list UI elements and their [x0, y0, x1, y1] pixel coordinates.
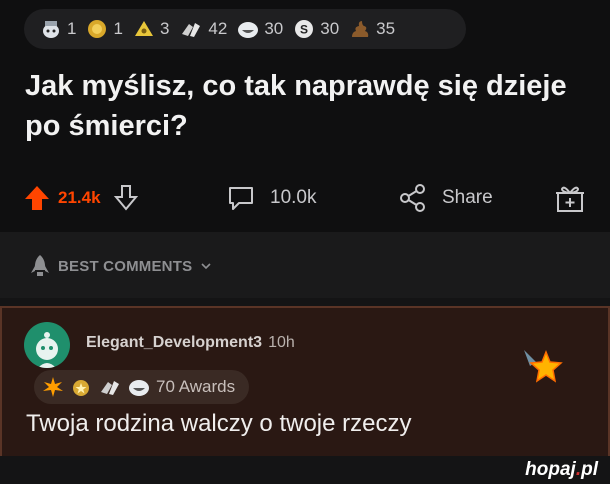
- username[interactable]: Elegant_Development3: [86, 334, 262, 351]
- hands-icon: [182, 23, 201, 37]
- helpful-icon: [134, 21, 153, 36]
- awards-count-label: 70 Awards: [156, 377, 236, 396]
- chevron-down-icon: [201, 263, 211, 270]
- star-award-icon: [524, 349, 563, 383]
- award-hands[interactable]: 42: [179, 18, 227, 40]
- divider: [0, 298, 610, 306]
- post-area: 1 1 3 42 30 S 30 35 Jak myślisz, co tak …: [0, 0, 610, 232]
- watermark-tld: pl: [581, 459, 598, 480]
- award-count: 42: [208, 19, 228, 38]
- avatar[interactable]: [24, 322, 70, 368]
- upvote-group: 21.4k: [24, 178, 139, 218]
- laugh-icon: [129, 380, 149, 396]
- upvote-icon[interactable]: [24, 184, 50, 212]
- watermark: hopaj.pl: [525, 459, 598, 481]
- award-count: 30: [264, 19, 284, 38]
- medal-icon: [73, 380, 89, 396]
- award-count: 3: [159, 19, 170, 38]
- watermark-brand: hopaj: [525, 459, 576, 480]
- award-count: 1: [113, 19, 123, 38]
- laugh-icon: [238, 22, 259, 38]
- svg-text:S: S: [300, 23, 308, 37]
- share-label: Share: [442, 187, 493, 208]
- comment-awards[interactable]: 70 Awards: [34, 370, 250, 404]
- snoo-avatar-icon: [36, 332, 58, 368]
- timestamp: 10h: [268, 334, 295, 351]
- award-button[interactable]: [554, 178, 586, 218]
- gold-icon: [88, 20, 107, 38]
- comment-body: Twoja rodzina walczy o twoje rzeczy: [26, 410, 412, 437]
- post-actions: 21.4k 10.0k Share: [24, 178, 590, 218]
- award-wholesome[interactable]: 1: [40, 18, 76, 40]
- award-laugh[interactable]: 30: [237, 18, 283, 40]
- share-button[interactable]: Share: [398, 178, 493, 218]
- comment-author-line: Elegant_Development3 10h: [86, 334, 295, 352]
- hands-icon: [101, 381, 119, 395]
- award-poop[interactable]: 35: [349, 18, 395, 40]
- award-helpful[interactable]: 3: [133, 18, 169, 40]
- downvote-icon[interactable]: [113, 184, 139, 212]
- comments-button[interactable]: 10.0k: [226, 178, 316, 218]
- explosion-icon: [43, 377, 63, 397]
- upvote-count: 21.4k: [58, 188, 101, 207]
- award-gold[interactable]: 1: [86, 18, 123, 40]
- gift-icon: [556, 186, 584, 212]
- comment-bubble-icon: [229, 187, 253, 210]
- silver-coin-icon: S: [295, 20, 314, 38]
- comment-count: 10.0k: [270, 187, 317, 208]
- comment-sort-dropdown[interactable]: BEST COMMENTS: [30, 254, 212, 278]
- bottom-strip: [0, 456, 610, 484]
- post-awards-bar[interactable]: 1 1 3 42 30 S 30 35: [24, 9, 466, 49]
- rocket-icon: [31, 255, 49, 276]
- sort-label: BEST COMMENTS: [58, 257, 193, 275]
- award-silver[interactable]: S 30: [293, 18, 339, 40]
- poop-icon: [352, 21, 369, 37]
- award-count: 35: [376, 19, 396, 38]
- post-title: Jak myślisz, co tak naprawdę się dzieje …: [25, 70, 567, 142]
- share-icon: [400, 184, 425, 212]
- award-count: 30: [320, 19, 340, 38]
- comment-card: Elegant_Development3 10h 70 Awards Twoja …: [0, 306, 610, 456]
- wholesome-icon: [43, 21, 59, 38]
- award-count: 1: [67, 19, 77, 38]
